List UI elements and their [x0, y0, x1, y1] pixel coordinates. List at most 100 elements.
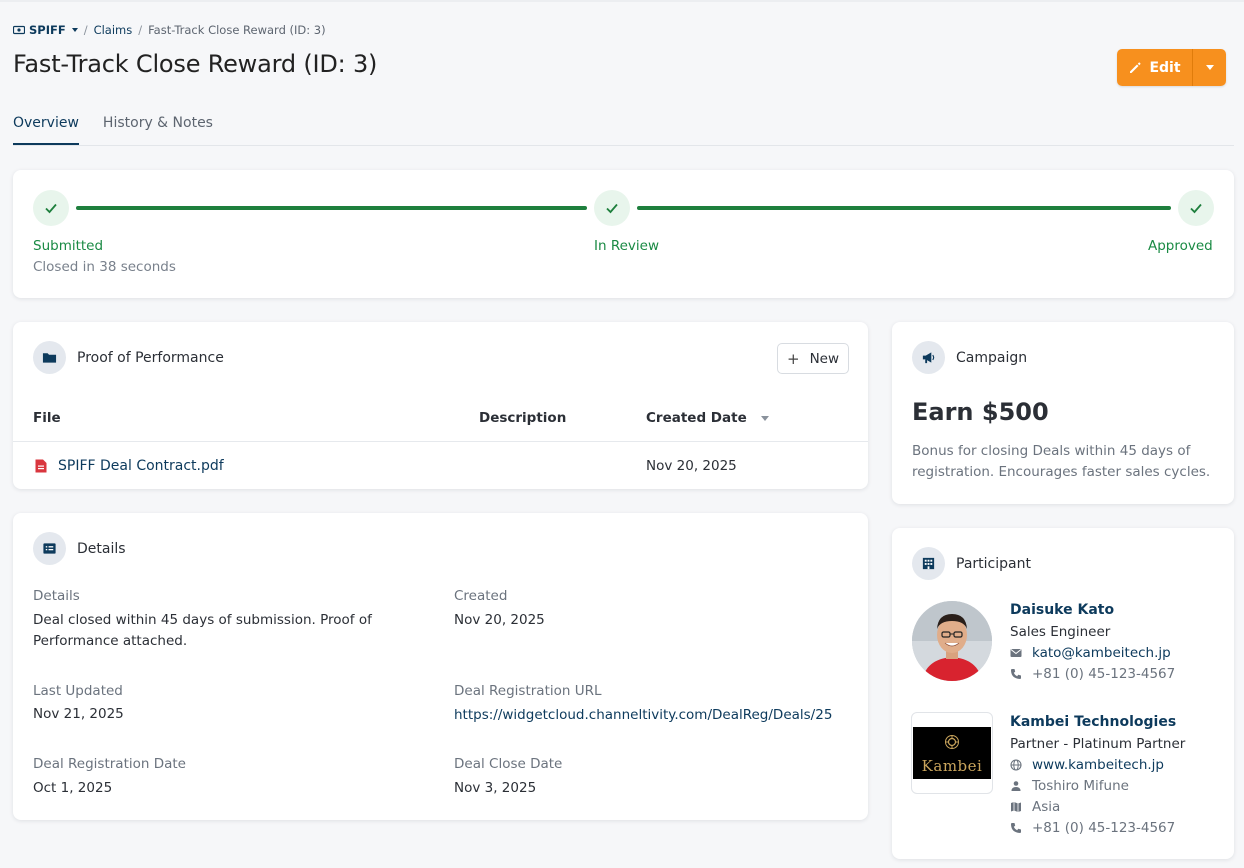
company-contact: Toshiro Mifune — [1032, 778, 1129, 794]
progress-line — [637, 206, 1171, 210]
building-icon — [912, 547, 945, 580]
details-label: Details — [33, 588, 80, 604]
campaign-card-header: Campaign — [912, 341, 1027, 374]
phone-icon — [1011, 669, 1021, 679]
file-link[interactable]: SPIFF Deal Contract.pdf — [58, 458, 224, 474]
company-name-link[interactable]: Kambei Technologies — [1010, 714, 1176, 730]
breadcrumb-spiff-menu[interactable]: SPIFF — [13, 23, 78, 37]
details-card — [13, 513, 868, 820]
logo-emblem-icon — [945, 735, 959, 749]
details-list-icon — [33, 532, 66, 565]
participant-email-row: kato@kambeitech.jp — [1010, 645, 1171, 661]
check-icon — [606, 203, 618, 214]
breadcrumb: SPIFF / Claims / Fast-Track Close Reward… — [13, 23, 326, 37]
company-logo: Kambei — [911, 712, 993, 794]
check-icon — [1190, 203, 1202, 214]
new-proof-button-label: New — [809, 350, 840, 367]
step-submitted-indicator — [33, 190, 69, 226]
breadcrumb-separator: / — [83, 23, 88, 37]
company-logo-background: Kambei — [913, 727, 991, 779]
globe-icon — [1010, 759, 1022, 771]
pdf-file-icon — [35, 459, 47, 473]
participant-card-title: Participant — [956, 555, 1031, 572]
participant-avatar — [912, 601, 992, 681]
company-phone: +81 (0) 45-123-4567 — [1032, 820, 1176, 836]
tab-history-notes[interactable]: History & Notes — [103, 114, 213, 145]
money-icon — [13, 25, 25, 35]
proof-card-header: Proof of Performance — [33, 341, 224, 374]
deal-registration-date-label: Deal Registration Date — [33, 756, 186, 772]
progress-line — [76, 206, 587, 210]
person-icon — [1011, 781, 1021, 791]
breadcrumb-separator: / — [138, 23, 143, 37]
deal-registration-url-link[interactable]: https://widgetcloud.channeltivity.com/De… — [454, 707, 832, 723]
edit-dropdown-toggle[interactable] — [1193, 49, 1226, 86]
created-label: Created — [454, 588, 508, 604]
step-submitted-label: Submitted — [33, 238, 104, 254]
deal-registration-url-label: Deal Registration URL — [454, 683, 602, 699]
edit-button-label: Edit — [1149, 59, 1181, 76]
chevron-down-icon — [71, 28, 78, 32]
table-divider — [13, 441, 868, 442]
participant-phone-row: +81 (0) 45-123-4567 — [1010, 666, 1175, 682]
mail-icon — [1010, 649, 1022, 657]
company-logo-wordmark: Kambei — [921, 757, 983, 775]
top-border — [0, 0, 1244, 2]
breadcrumb-root-label: SPIFF — [29, 23, 66, 37]
column-header-created-label: Created Date — [646, 410, 747, 426]
plus-icon: + — [786, 349, 800, 368]
participant-card-header: Participant — [912, 547, 1031, 580]
step-in-review-label: In Review — [594, 238, 659, 254]
phone-icon — [1011, 823, 1021, 833]
proof-card-title: Proof of Performance — [77, 349, 224, 366]
page-title: Fast-Track Close Reward (ID: 3) — [13, 50, 378, 78]
edit-button[interactable]: Edit — [1117, 49, 1193, 86]
breadcrumb-current: Fast-Track Close Reward (ID: 3) — [148, 23, 326, 37]
column-header-created-date[interactable]: Created Date — [646, 410, 769, 426]
tab-bar: Overview History & Notes — [13, 114, 1234, 146]
last-updated-value: Nov 21, 2025 — [33, 706, 124, 722]
breadcrumb-claims-link[interactable]: Claims — [94, 23, 133, 37]
table-row: SPIFF Deal Contract.pdf — [35, 458, 224, 474]
step-submitted-duration: Closed in 38 seconds — [33, 259, 176, 275]
edit-split-button: Edit — [1117, 49, 1226, 86]
megaphone-icon — [912, 341, 945, 374]
company-contact-row: Toshiro Mifune — [1010, 778, 1129, 794]
chevron-down-icon — [1205, 65, 1214, 70]
column-header-file: File — [33, 410, 61, 426]
created-value: Nov 20, 2025 — [454, 612, 545, 628]
status-progress-card — [13, 170, 1234, 298]
campaign-headline: Earn $500 — [912, 398, 1049, 426]
deal-close-date-label: Deal Close Date — [454, 756, 563, 772]
company-region-row: Asia — [1010, 799, 1060, 815]
deal-close-date-value: Nov 3, 2025 — [454, 780, 537, 796]
map-icon — [1011, 802, 1021, 812]
participant-role: Sales Engineer — [1010, 624, 1111, 640]
campaign-card-title: Campaign — [956, 349, 1028, 366]
step-approved-indicator — [1178, 190, 1214, 226]
person-photo — [912, 601, 992, 681]
participant-name-link[interactable]: Daisuke Kato — [1010, 602, 1114, 618]
step-in-review-indicator — [594, 190, 630, 226]
new-proof-button[interactable]: + New — [777, 343, 849, 374]
details-card-title: Details — [77, 540, 126, 557]
company-website-row: www.kambeitech.jp — [1010, 757, 1164, 773]
pencil-icon — [1130, 61, 1142, 73]
tab-overview[interactable]: Overview — [13, 114, 79, 145]
participant-email-link[interactable]: kato@kambeitech.jp — [1032, 645, 1171, 661]
last-updated-label: Last Updated — [33, 683, 123, 699]
column-header-description: Description — [479, 410, 567, 426]
details-value: Deal closed within 45 days of submission… — [33, 612, 372, 649]
participant-phone: +81 (0) 45-123-4567 — [1032, 666, 1176, 682]
company-tier: Partner - Platinum Partner — [1010, 736, 1186, 752]
campaign-description: Bonus for closing Deals within 45 days o… — [912, 443, 1211, 480]
folder-icon — [33, 341, 66, 374]
company-website-link[interactable]: www.kambeitech.jp — [1032, 757, 1164, 773]
sort-down-icon — [760, 415, 769, 421]
details-card-header: Details — [33, 532, 126, 565]
file-created-date: Nov 20, 2025 — [646, 458, 737, 474]
step-approved-label: Approved — [1148, 238, 1213, 254]
company-region: Asia — [1032, 799, 1061, 815]
check-icon — [45, 203, 57, 214]
deal-registration-date-value: Oct 1, 2025 — [33, 780, 113, 796]
